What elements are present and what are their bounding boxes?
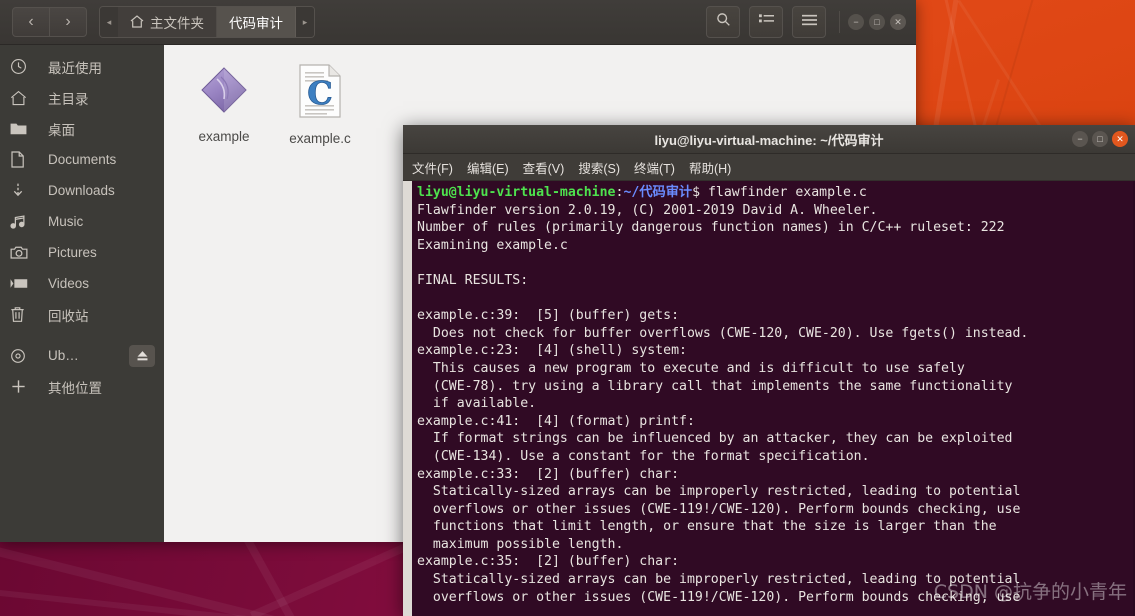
search-button[interactable]: [706, 6, 740, 38]
desktop-root: ‹ › ◂ 主文件夹 代码审计 ▸ − □ ✕ 最近使用 主目录 桌面 Docu…: [0, 0, 1135, 616]
maximize-button[interactable]: □: [1092, 131, 1108, 147]
breadcrumb: ◂ 主文件夹 代码审计 ▸: [99, 6, 315, 38]
executable-icon: [197, 63, 251, 122]
sidebar-item-recent[interactable]: 最近使用: [0, 51, 164, 82]
sidebar-item-ubuntu-disc[interactable]: Ub…: [0, 340, 164, 371]
camera-icon: [10, 245, 40, 260]
folder-icon: [10, 121, 40, 136]
terminal-title-bar: liyu@liyu-virtual-machine: ~/代码审计 − □ ✕: [403, 125, 1135, 154]
menu-search[interactable]: 搜索(S): [578, 158, 620, 177]
back-button[interactable]: ‹: [12, 7, 50, 37]
sidebar-item-desktop[interactable]: 桌面: [0, 113, 164, 144]
disc-icon: [10, 348, 40, 364]
breadcrumb-label: 代码审计: [229, 16, 283, 31]
close-button[interactable]: ✕: [1112, 131, 1128, 147]
sidebar-item-videos[interactable]: Videos: [0, 268, 164, 299]
c-source-file-icon: C: [297, 63, 343, 124]
maximize-button[interactable]: □: [869, 14, 885, 30]
terminal-title-text: liyu@liyu-virtual-machine: ~/代码审计: [654, 132, 884, 148]
sidebar-item-label: 桌面: [48, 122, 75, 138]
sidebar-item-label: Videos: [48, 276, 90, 291]
music-icon: [10, 214, 40, 230]
terminal-window: liyu@liyu-virtual-machine: ~/代码审计 − □ ✕ …: [403, 125, 1135, 616]
chevron-right-icon: ›: [65, 13, 71, 30]
sidebar-item-label: Documents: [48, 152, 117, 167]
sidebar-item-pictures[interactable]: Pictures: [0, 237, 164, 268]
sidebar-item-label: 其他位置: [48, 380, 102, 396]
document-icon: [10, 151, 40, 168]
view-options-button[interactable]: [749, 6, 783, 38]
sidebar-item-documents[interactable]: Documents: [0, 144, 164, 175]
sidebar-item-label: Downloads: [48, 183, 115, 198]
sidebar-item-label: 回收站: [48, 308, 89, 324]
video-icon: [10, 277, 40, 290]
terminal-output-area[interactable]: liyu@liyu-virtual-machine:~/代码审计$ flawfi…: [412, 181, 1135, 616]
sidebar: 最近使用 主目录 桌面 Documents Downloads Music Pi…: [0, 45, 164, 542]
svg-text:C: C: [307, 74, 332, 112]
file-item[interactable]: example: [178, 59, 270, 146]
file-name-label: example: [198, 129, 250, 144]
sidebar-item-label: Pictures: [48, 245, 97, 260]
main-menu-button[interactable]: [792, 6, 826, 38]
download-icon: [10, 182, 40, 199]
file-manager-header-bar: ‹ › ◂ 主文件夹 代码审计 ▸ − □ ✕: [0, 0, 916, 45]
menu-edit[interactable]: 编辑(E): [467, 158, 509, 177]
menu-file[interactable]: 文件(F): [412, 158, 453, 177]
sidebar-item-other-locations[interactable]: 其他位置: [0, 371, 164, 402]
list-view-icon: [758, 13, 774, 31]
menu-help[interactable]: 帮助(H): [689, 158, 731, 177]
sidebar-separator: [0, 330, 164, 340]
eject-button[interactable]: [129, 344, 155, 367]
prompt-path: ~/代码审计: [623, 185, 693, 200]
terminal-screen[interactable]: liyu@liyu-virtual-machine:~/代码审计$ flawfi…: [403, 181, 1135, 616]
sidebar-item-music[interactable]: Music: [0, 206, 164, 237]
sidebar-item-label: Ub…: [48, 348, 79, 363]
menu-terminal[interactable]: 终端(T): [634, 158, 675, 177]
chevron-left-icon: ‹: [28, 13, 34, 30]
menu-view[interactable]: 查看(V): [523, 158, 565, 177]
breadcrumb-item-home[interactable]: 主文件夹: [118, 7, 217, 37]
minimize-button[interactable]: −: [1072, 131, 1088, 147]
minimize-button[interactable]: −: [848, 14, 864, 30]
breadcrumb-scroll-left-icon[interactable]: ◂: [100, 7, 118, 37]
forward-button[interactable]: ›: [50, 7, 87, 37]
terminal-output-text: Flawfinder version 2.0.19, (C) 2001-2019…: [417, 202, 1029, 605]
sidebar-item-label: Music: [48, 214, 84, 229]
home-icon: [10, 90, 40, 106]
sidebar-item-label: 最近使用: [48, 60, 102, 76]
sidebar-item-label: 主目录: [48, 91, 89, 107]
file-name-label: example.c: [289, 131, 351, 146]
sidebar-item-downloads[interactable]: Downloads: [0, 175, 164, 206]
plus-icon: [10, 378, 40, 395]
sidebar-item-home[interactable]: 主目录: [0, 82, 164, 113]
file-manager-window-controls: − □ ✕: [848, 14, 906, 30]
prompt-user-host: liyu@liyu-virtual-machine: [417, 185, 616, 200]
breadcrumb-item-current[interactable]: 代码审计: [217, 7, 296, 37]
breadcrumb-label: 主文件夹: [150, 16, 204, 31]
terminal-menu-bar: 文件(F) 编辑(E) 查看(V) 搜索(S) 终端(T) 帮助(H): [403, 154, 1135, 181]
trash-icon: [10, 306, 40, 323]
header-divider: [839, 11, 840, 33]
close-button[interactable]: ✕: [890, 14, 906, 30]
clock-icon: [10, 58, 40, 75]
breadcrumb-scroll-right-icon[interactable]: ▸: [296, 7, 314, 37]
navigation-buttons: ‹ ›: [12, 7, 87, 37]
terminal-window-controls: − □ ✕: [1072, 131, 1128, 147]
file-item[interactable]: C example.c: [274, 59, 366, 146]
terminal-command: flawfinder example.c: [707, 185, 867, 200]
hamburger-menu-icon: [801, 13, 817, 31]
terminal-scrollbar[interactable]: [403, 181, 412, 616]
prompt-symbol: $: [692, 185, 708, 200]
home-icon: [130, 14, 144, 30]
sidebar-item-trash[interactable]: 回收站: [0, 299, 164, 330]
search-icon: [716, 12, 731, 32]
